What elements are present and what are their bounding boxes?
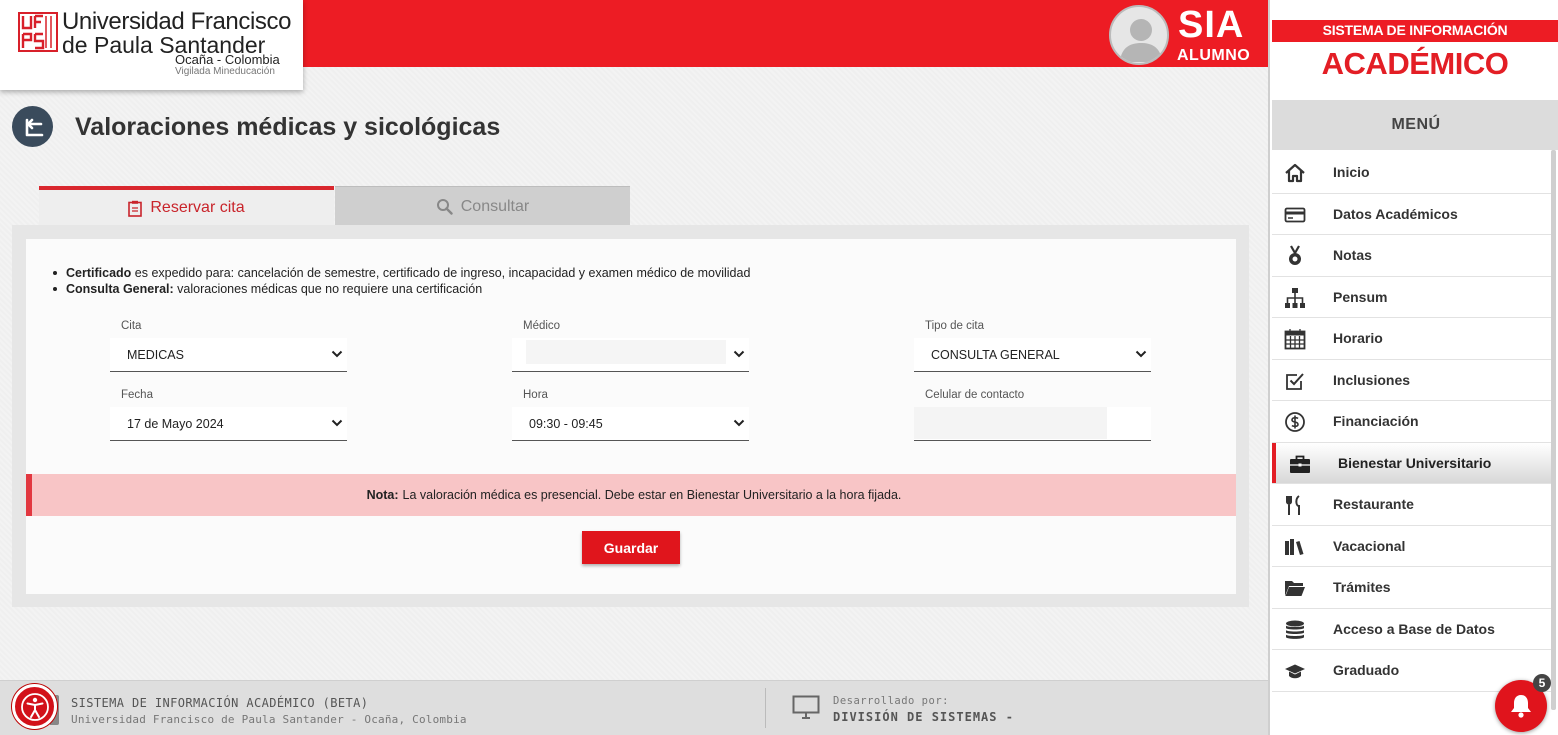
app-role: ALUMNO [1177,47,1251,64]
info-list: Certificado es expedido para: cancelació… [52,265,750,297]
sidebar-item-pensum[interactable]: Pensum [1272,276,1554,318]
sidebar: SISTEMA DE INFORMACIÓN ACADÉMICO MENÚ In… [1268,0,1558,735]
tab-label: Consultar [460,197,530,215]
sidebar-item-restaurante[interactable]: Restaurante [1272,484,1554,526]
search-icon [436,199,453,215]
cita-label: Cita [121,320,142,332]
footer-divider [765,688,766,728]
sidebar-item-inicio[interactable]: Inicio [1272,152,1554,194]
utensils-icon [1286,495,1300,515]
app-name: SIA [1178,4,1245,46]
sidebar-item-acceso-base-de-datos[interactable]: Acceso a Base de Datos [1272,608,1554,650]
database-icon [1286,620,1304,639]
sidebar-item-horario[interactable]: Horario [1272,318,1554,360]
sidebar-item-datos-academicos[interactable]: Datos Académicos [1272,193,1554,235]
fecha-select[interactable]: 17 de Mayo 2024 [110,407,347,441]
tab-consultar[interactable]: Consultar [335,186,630,226]
accessibility-button[interactable] [12,684,57,729]
list-item: Consulta General: valoraciones médicas q… [52,281,750,297]
hora-label: Hora [523,389,548,401]
fecha-label: Fecha [121,389,153,401]
medico-select[interactable] [512,338,749,372]
sitemap-icon [1285,287,1305,308]
note-label: Nota: [366,488,399,502]
card-icon [1284,207,1306,222]
footer-institution: Universidad Francisco de Paula Santander… [71,713,467,726]
books-icon [1285,538,1304,555]
footer-developed-by-label: Desarrollado por: [833,695,949,707]
accessibility-icon [20,692,49,721]
sidebar-item-inclusiones[interactable]: Inclusiones [1272,359,1554,401]
save-button[interactable]: Guardar [582,531,680,564]
cita-select[interactable]: MEDICAS [110,338,347,372]
tab-label: Reservar cita [150,199,245,216]
back-arrow-icon [25,118,43,136]
menu-list: Inicio Datos Académicos Notas Pensum Hor… [1272,152,1554,707]
notification-count-badge: 5 [1533,674,1551,692]
hora-select[interactable]: 09:30 - 09:45 [512,407,749,441]
university-accreditation: Vigilada Mineducación [175,66,275,77]
ufps-logo-icon [18,12,58,52]
menu-header: MENÚ [1272,100,1558,150]
footer-developer: DIVISIÓN DE SISTEMAS - [833,710,1014,724]
university-location: Ocaña - Colombia [175,52,280,67]
user-avatar[interactable] [1109,5,1169,65]
sidebar-scrollbar[interactable] [1551,150,1556,710]
university-logo[interactable]: Universidad Francisco de Paula Santander… [0,0,303,90]
graduation-cap-icon [1285,664,1305,679]
home-icon [1285,163,1305,183]
tipo-cita-select[interactable]: CONSULTA GENERAL [914,338,1151,372]
tipo-cita-label: Tipo de cita [925,320,985,332]
page-title: Valoraciones médicas y sicológicas [75,113,501,141]
briefcase-icon [1290,455,1310,473]
sidebar-item-tramites[interactable]: Trámites [1272,567,1554,609]
note-text: La valoración médica es presencial. Debe… [402,488,902,502]
clipboard-icon [128,200,143,217]
medal-icon [1289,245,1301,265]
celular-label: Celular de contacto [925,389,1025,401]
sidebar-title: ACADÉMICO [1321,46,1509,81]
sidebar-item-financiacion[interactable]: Financiación [1272,401,1554,443]
medico-label: Médico [523,320,561,332]
sidebar-item-vacacional[interactable]: Vacacional [1272,525,1554,567]
monitor-icon [792,695,820,719]
sidebar-ribbon-text: SISTEMA DE INFORMACIÓN [1322,22,1508,38]
sidebar-item-bienestar-universitario[interactable]: Bienestar Universitario [1272,442,1554,484]
bell-icon [1511,695,1531,718]
folder-icon [1285,581,1305,596]
checkbox-icon [1286,372,1304,390]
chevron-down-icon [733,419,745,427]
tab-reservar-cita[interactable]: Reservar cita [39,186,334,226]
sidebar-item-notas[interactable]: Notas [1272,235,1554,277]
calendar-icon [1284,329,1306,350]
list-item: Certificado es expedido para: cancelació… [52,265,750,281]
chevron-down-icon [331,350,343,358]
chevron-down-icon [1135,350,1147,358]
celular-input[interactable] [914,407,1151,441]
chevron-down-icon [331,419,343,427]
footer-system-name: SISTEMA DE INFORMACIÓN ACADÉMICO (BETA) [71,696,369,710]
chevron-down-icon [733,350,745,358]
note-banner: Nota: La valoración médica es presencial… [26,474,1236,516]
dollar-icon [1285,412,1305,432]
back-button[interactable] [12,106,53,147]
